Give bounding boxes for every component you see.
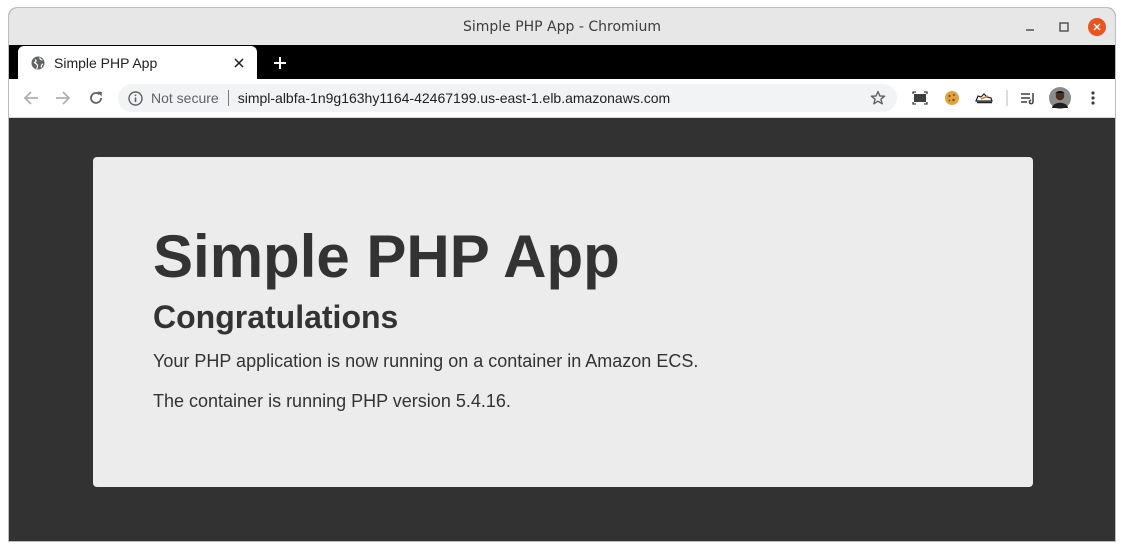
maximize-icon [1059, 21, 1069, 32]
tab-close-button[interactable] [231, 55, 247, 71]
php-version-message: The container is running PHP version 5.4… [153, 391, 511, 411]
cookie-icon[interactable] [942, 88, 962, 108]
browser-window: Simple PHP App - Chromium Simple PHP App [9, 8, 1115, 541]
info-icon[interactable] [127, 90, 143, 106]
tab-strip: Simple PHP App [9, 45, 1115, 79]
window-controls [1006, 8, 1106, 45]
maximize-button[interactable] [1054, 17, 1074, 37]
omnibox-separator [227, 90, 229, 106]
security-label[interactable]: Not secure [151, 90, 219, 106]
content-card: Simple PHP App Congratulations Your PHP … [93, 157, 1033, 487]
page-heading: Simple PHP App [153, 223, 620, 290]
reading-list-icon[interactable] [1018, 88, 1038, 108]
forward-arrow-icon [56, 91, 71, 105]
plus-icon [274, 57, 286, 69]
close-icon [234, 57, 244, 68]
back-button[interactable] [21, 88, 41, 108]
tab-title: Simple PHP App [54, 54, 158, 71]
forward-button[interactable] [53, 88, 73, 108]
screen-capture-icon[interactable] [910, 88, 930, 108]
bookmark-star-icon[interactable] [869, 89, 887, 107]
browser-toolbar: Not secure simpl-albfa-1n9g163hy1164-424… [9, 79, 1115, 118]
back-arrow-icon [23, 91, 38, 105]
profile-avatar[interactable] [1049, 87, 1071, 109]
window-title: Simple PHP App - Chromium [462, 18, 662, 35]
close-window-button[interactable] [1088, 17, 1106, 36]
page-subheading: Congratulations [153, 299, 399, 335]
page-viewport: Simple PHP App Congratulations Your PHP … [9, 118, 1115, 541]
tab-simple-php-app[interactable]: Simple PHP App [18, 46, 257, 79]
close-icon [1093, 23, 1101, 30]
title-bar[interactable]: Simple PHP App - Chromium [9, 8, 1115, 45]
minimize-icon [1026, 28, 1034, 31]
reload-icon [90, 91, 102, 104]
globe-icon [30, 55, 46, 71]
address-bar[interactable]: Not secure simpl-albfa-1n9g163hy1164-424… [118, 84, 897, 112]
sneaker-icon[interactable] [974, 88, 994, 108]
toolbar-separator [1006, 90, 1008, 106]
reload-button[interactable] [86, 88, 106, 108]
new-tab-button[interactable] [270, 53, 290, 73]
status-message: Your PHP application is now running on a… [153, 351, 699, 371]
url-text[interactable]: simpl-albfa-1n9g163hy1164-42467199.us-ea… [238, 90, 869, 106]
menu-icon[interactable] [1083, 88, 1103, 108]
minimize-button[interactable] [1020, 17, 1040, 37]
